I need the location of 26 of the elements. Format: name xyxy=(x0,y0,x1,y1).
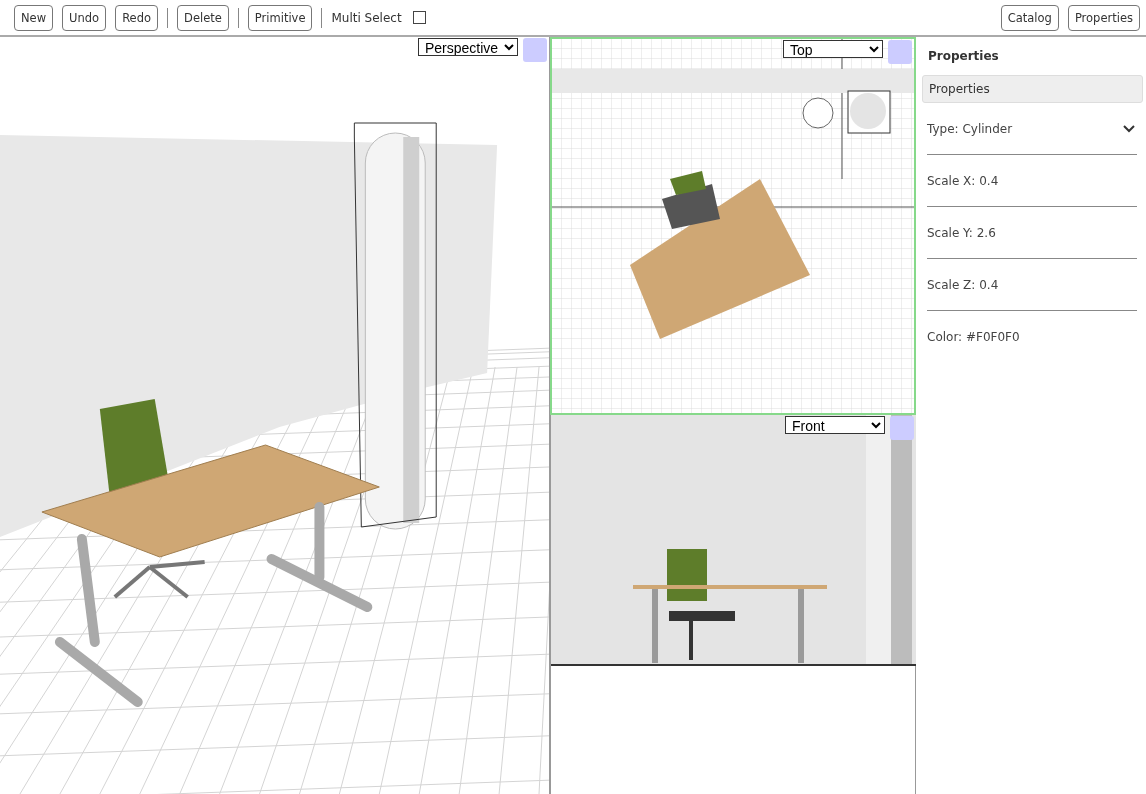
multi-select-checkbox[interactable] xyxy=(412,11,426,24)
chevron-down-icon[interactable] xyxy=(1123,124,1135,133)
toolbar-button[interactable]: Delete xyxy=(177,4,229,31)
checkbox-label: Multi Select xyxy=(331,10,402,25)
toolbar-button[interactable]: Properties xyxy=(1067,4,1140,31)
toolbar-button[interactable]: Undo xyxy=(62,4,107,31)
toolbar-button[interactable]: Primitive xyxy=(247,4,313,31)
viewport[interactable]: Perspective xyxy=(0,37,550,794)
toolbar-button[interactable]: Redo xyxy=(115,4,159,31)
type-field: Type: Cylinder xyxy=(927,121,1013,136)
viewport-toggle-button[interactable] xyxy=(890,416,914,440)
toolbar-button[interactable]: Catalog xyxy=(1000,4,1059,31)
properties-section-header[interactable]: Properties xyxy=(922,75,1143,103)
viewport-toggle-button[interactable] xyxy=(888,40,912,64)
viewport[interactable]: Top xyxy=(550,37,916,415)
property-value: Scale Z: 0.4 xyxy=(927,277,999,292)
viewport[interactable]: Front xyxy=(550,415,916,666)
property-value: Scale X: 0.4 xyxy=(927,173,999,188)
panel-heading: Properties xyxy=(927,48,1000,65)
toolbar-button[interactable]: New xyxy=(14,4,54,31)
view-dropdown[interactable]: Front xyxy=(785,416,885,434)
viewport-toggle-button[interactable] xyxy=(523,38,547,62)
view-dropdown[interactable]: Perspective xyxy=(418,38,518,56)
view-dropdown[interactable]: Top xyxy=(783,40,883,58)
property-value: Color: #F0F0F0 xyxy=(927,329,1020,344)
property-value: Scale Y: 2.6 xyxy=(927,225,996,240)
